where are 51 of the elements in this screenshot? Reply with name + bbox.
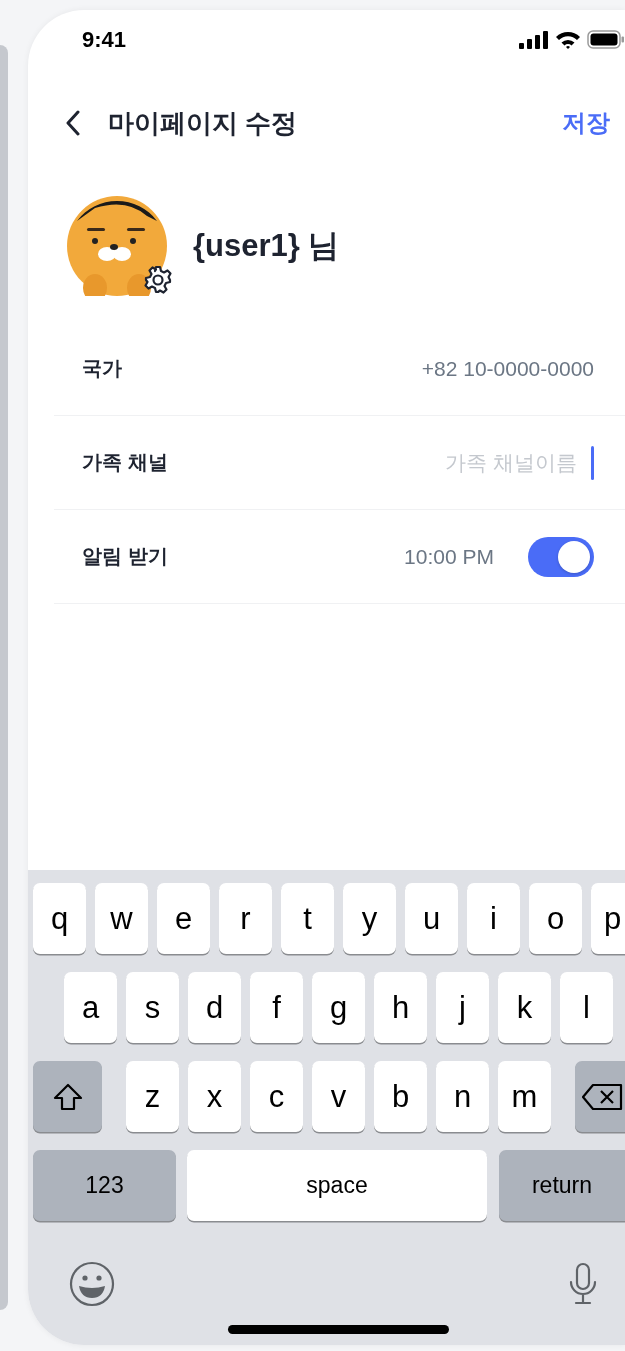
keyboard-key[interactable]: q (33, 883, 86, 954)
keyboard-key[interactable]: d (188, 972, 241, 1043)
keyboard-key[interactable]: m (498, 1061, 551, 1132)
keyboard-key[interactable]: e (157, 883, 210, 954)
wifi-icon (555, 30, 581, 49)
keyboard-key[interactable]: n (436, 1061, 489, 1132)
user-name: {user1} 님 (193, 227, 340, 265)
numbers-key[interactable]: 123 (33, 1150, 176, 1221)
keyboard-key[interactable]: b (374, 1061, 427, 1132)
field-label: 가족 채널 (82, 450, 168, 475)
space-key[interactable]: space (187, 1150, 487, 1221)
shift-key[interactable] (33, 1061, 102, 1132)
keyboard-key[interactable]: t (281, 883, 334, 954)
backspace-key[interactable] (575, 1061, 625, 1132)
emoji-icon[interactable] (69, 1261, 115, 1307)
keyboard-key[interactable]: a (64, 972, 117, 1043)
keyboard-key[interactable]: f (250, 972, 303, 1043)
status-time: 9:41 (82, 26, 127, 53)
keyboard-key[interactable]: z (126, 1061, 179, 1132)
keyboard-key[interactable]: l (560, 972, 613, 1043)
keyboard-key[interactable]: j (436, 972, 489, 1043)
keyboard-key[interactable]: v (312, 1061, 365, 1132)
settings-icon[interactable] (143, 265, 173, 295)
backspace-icon (581, 1082, 623, 1111)
toggle-switch[interactable] (528, 536, 594, 577)
field-label: 알림 받기 (82, 544, 168, 569)
keyboard-key[interactable]: y (343, 883, 396, 954)
battery-icon (587, 30, 625, 49)
keyboard-key[interactable]: k (498, 972, 551, 1043)
keyboard-key[interactable]: r (219, 883, 272, 954)
page-title: 마이페이지 수정 (108, 106, 299, 140)
input-field[interactable]: 가족 채널이름 (397, 450, 577, 475)
keyboard-key[interactable]: w (95, 883, 148, 954)
microphone-icon[interactable] (568, 1262, 598, 1306)
keyboard-key[interactable]: o (529, 883, 582, 954)
keyboard-key[interactable]: c (250, 1061, 303, 1132)
keyboard-key[interactable]: u (405, 883, 458, 954)
field-label: 국가 (82, 356, 122, 381)
keyboard-key[interactable]: x (188, 1061, 241, 1132)
time-value[interactable]: 10:00 PM (404, 544, 494, 569)
save-button[interactable]: 저장 (562, 107, 610, 139)
keyboard-key[interactable]: g (312, 972, 365, 1043)
shift-arrow-icon (51, 1081, 84, 1112)
signal-icon (519, 30, 549, 49)
keyboard-key[interactable]: h (374, 972, 427, 1043)
phone-number: +82 10-0000-0000 (421, 356, 594, 381)
return-key[interactable]: return (499, 1150, 625, 1221)
keyboard-key[interactable]: p (591, 883, 625, 954)
keyboard-key[interactable]: s (126, 972, 179, 1043)
keyboard-key[interactable]: i (467, 883, 520, 954)
back-chevron-icon (65, 110, 81, 136)
